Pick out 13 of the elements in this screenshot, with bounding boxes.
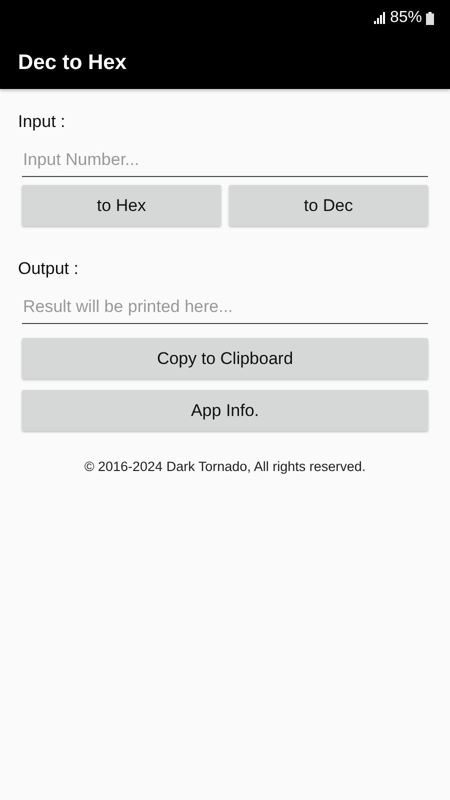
signal-icon xyxy=(374,12,386,24)
battery-percentage: 85% xyxy=(390,8,422,28)
action-button[interactable]: Copy to Clipboard xyxy=(22,338,428,379)
app-title: Dec to Hex xyxy=(18,50,127,76)
field-label: Input : xyxy=(18,111,66,133)
input-field[interactable]: Input Number... xyxy=(22,142,428,177)
convert-button[interactable]: to Dec xyxy=(229,185,428,226)
action-button[interactable]: App Info. xyxy=(22,390,428,431)
copyright-text: © 2016-2024 Dark Tornado, All rights reserved. xyxy=(84,459,366,474)
field-label: Output : xyxy=(18,258,80,280)
convert-button[interactable]: to Hex xyxy=(22,185,221,226)
battery-icon xyxy=(426,12,434,24)
input-field[interactable]: Result will be printed here... xyxy=(22,290,428,324)
